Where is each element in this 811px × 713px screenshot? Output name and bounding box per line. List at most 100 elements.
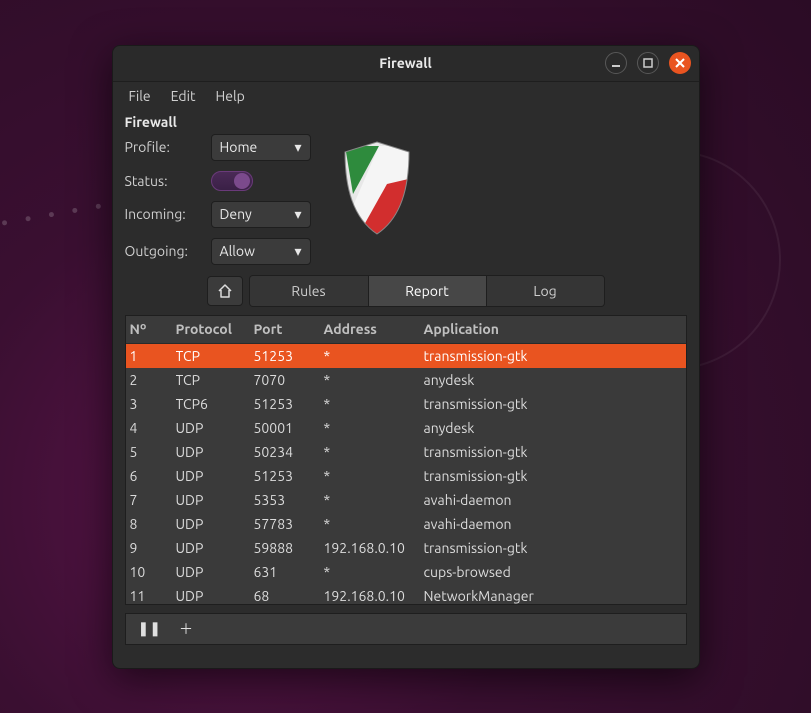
cell-n: 1 xyxy=(130,348,176,364)
cell-port: 68 xyxy=(254,588,324,604)
cell-port: 7070 xyxy=(254,372,324,388)
cell-n: 8 xyxy=(130,516,176,532)
cell-address: * xyxy=(324,396,424,412)
cell-n: 2 xyxy=(130,372,176,388)
settings-area: Profile: Home ▾ Status: Incoming: Deny ▾… xyxy=(113,132,699,271)
cell-n: 10 xyxy=(130,564,176,580)
cell-n: 6 xyxy=(130,468,176,484)
col-num[interactable]: Nº xyxy=(130,321,176,337)
table-row[interactable]: 4UDP50001*anydesk xyxy=(126,416,686,440)
cell-protocol: TCP xyxy=(176,348,254,364)
cell-port: 631 xyxy=(254,564,324,580)
outgoing-dropdown[interactable]: Allow ▾ xyxy=(211,238,311,265)
cell-n: 4 xyxy=(130,420,176,436)
cell-port: 51253 xyxy=(254,468,324,484)
tab-report[interactable]: Report xyxy=(368,276,486,306)
window-title: Firewall xyxy=(379,55,431,71)
cell-address: 192.168.0.10 xyxy=(324,588,424,604)
incoming-value: Deny xyxy=(220,206,252,222)
cell-protocol: UDP xyxy=(176,444,254,460)
table-row[interactable]: 5UDP50234*transmission-gtk xyxy=(126,440,686,464)
cell-protocol: UDP xyxy=(176,492,254,508)
table-row[interactable]: 9UDP59888192.168.0.10transmission-gtk xyxy=(126,536,686,560)
table-row[interactable]: 8UDP57783*avahi-daemon xyxy=(126,512,686,536)
close-button[interactable] xyxy=(669,52,691,74)
col-application[interactable]: Application xyxy=(424,321,682,337)
cell-app: avahi-daemon xyxy=(424,516,682,532)
menubar: File Edit Help xyxy=(113,82,699,110)
home-icon xyxy=(217,283,233,299)
col-protocol[interactable]: Protocol xyxy=(176,321,254,337)
status-toggle[interactable] xyxy=(211,171,253,191)
bottom-toolbar: ❚❚ ＋ xyxy=(125,613,687,645)
toggle-knob xyxy=(234,173,250,189)
shield-icon xyxy=(335,138,419,238)
chevron-down-icon: ▾ xyxy=(294,206,301,223)
table-row[interactable]: 10UDP631*cups-browsed xyxy=(126,560,686,584)
cell-protocol: UDP xyxy=(176,588,254,604)
section-heading: Firewall xyxy=(113,110,699,132)
table-row[interactable]: 3TCP651253*transmission-gtk xyxy=(126,392,686,416)
table-body: 1TCP51253*transmission-gtk2TCP7070*anyde… xyxy=(126,344,686,605)
cell-app: transmission-gtk xyxy=(424,444,682,460)
minimize-icon xyxy=(611,58,621,68)
plus-icon: ＋ xyxy=(179,621,193,637)
table-row[interactable]: 2TCP7070*anydesk xyxy=(126,368,686,392)
tab-log[interactable]: Log xyxy=(486,276,604,306)
outgoing-value: Allow xyxy=(220,243,255,259)
cell-app: NetworkManager xyxy=(424,588,682,604)
cell-protocol: TCP xyxy=(176,372,254,388)
pause-button[interactable]: ❚❚ xyxy=(138,620,161,637)
cell-n: 9 xyxy=(130,540,176,556)
tab-rules[interactable]: Rules xyxy=(250,276,368,306)
menu-edit[interactable]: Edit xyxy=(163,85,204,107)
minimize-button[interactable] xyxy=(605,52,627,74)
cell-protocol: TCP6 xyxy=(176,396,254,412)
col-port[interactable]: Port xyxy=(254,321,324,337)
cell-app: cups-browsed xyxy=(424,564,682,580)
chevron-down-icon: ▾ xyxy=(294,139,301,156)
cell-app: avahi-daemon xyxy=(424,492,682,508)
cell-n: 5 xyxy=(130,444,176,460)
cell-port: 51253 xyxy=(254,348,324,364)
cell-address: * xyxy=(324,420,424,436)
cell-n: 3 xyxy=(130,396,176,412)
cell-port: 5353 xyxy=(254,492,324,508)
menu-file[interactable]: File xyxy=(121,85,159,107)
cell-port: 57783 xyxy=(254,516,324,532)
table-row[interactable]: 7UDP5353*avahi-daemon xyxy=(126,488,686,512)
col-address[interactable]: Address xyxy=(324,321,424,337)
menu-help[interactable]: Help xyxy=(208,85,253,107)
profile-label: Profile: xyxy=(125,139,211,155)
cell-protocol: UDP xyxy=(176,516,254,532)
cell-address: * xyxy=(324,348,424,364)
incoming-label: Incoming: xyxy=(125,206,211,222)
cell-app: anydesk xyxy=(424,420,682,436)
table-row[interactable]: 1TCP51253*transmission-gtk xyxy=(126,344,686,368)
table-header: Nº Protocol Port Address Application xyxy=(126,316,686,344)
cell-address: * xyxy=(324,372,424,388)
cell-app: transmission-gtk xyxy=(424,540,682,556)
cell-port: 50001 xyxy=(254,420,324,436)
cell-app: transmission-gtk xyxy=(424,396,682,412)
add-button[interactable]: ＋ xyxy=(179,619,193,639)
cell-address: 192.168.0.10 xyxy=(324,540,424,556)
profile-value: Home xyxy=(220,139,258,155)
cell-protocol: UDP xyxy=(176,420,254,436)
cell-n: 11 xyxy=(130,588,176,604)
cell-app: transmission-gtk xyxy=(424,348,682,364)
table-row[interactable]: 6UDP51253*transmission-gtk xyxy=(126,464,686,488)
outgoing-label: Outgoing: xyxy=(125,243,211,259)
maximize-icon xyxy=(643,58,653,68)
profile-dropdown[interactable]: Home ▾ xyxy=(211,134,311,161)
cell-address: * xyxy=(324,516,424,532)
incoming-dropdown[interactable]: Deny ▾ xyxy=(211,201,311,228)
cell-port: 50234 xyxy=(254,444,324,460)
titlebar: Firewall xyxy=(113,46,699,82)
cell-protocol: UDP xyxy=(176,564,254,580)
report-table: Nº Protocol Port Address Application 1TC… xyxy=(125,315,687,605)
home-button[interactable] xyxy=(207,276,243,306)
cell-address: * xyxy=(324,444,424,460)
maximize-button[interactable] xyxy=(637,52,659,74)
table-row[interactable]: 11UDP68192.168.0.10NetworkManager xyxy=(126,584,686,605)
